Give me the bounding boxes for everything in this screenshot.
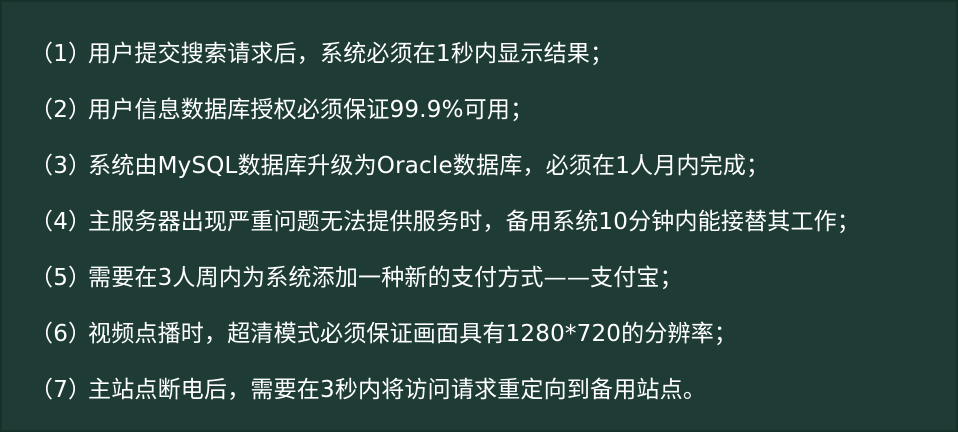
item-number: （4） xyxy=(30,209,92,235)
item-text: 系统由MySQL数据库升级为Oracle数据库，必须在1人月内完成； xyxy=(88,153,770,179)
list-item-4: （4） 主服务器出现严重问题无法提供服务时，备用系统10分钟内能接替其工作； xyxy=(30,194,952,250)
item-text: 主服务器出现严重问题无法提供服务时，备用系统10分钟内能接替其工作； xyxy=(88,209,861,235)
item-text: 用户提交搜索请求后，系统必须在1秒内显示结果； xyxy=(88,41,614,67)
item-text: 主站点断电后，需要在3秒内将访问请求重定向到备用站点。 xyxy=(88,377,707,403)
item-number: （1） xyxy=(30,41,92,67)
item-number: （6） xyxy=(30,321,92,347)
item-number: （3） xyxy=(30,153,92,179)
item-number: （2） xyxy=(30,97,92,123)
list-item-1: （1） 用户提交搜索请求后，系统必须在1秒内显示结果； xyxy=(30,26,952,82)
requirement-list: （1） 用户提交搜索请求后，系统必须在1秒内显示结果； （2） 用户信息数据库授… xyxy=(30,26,952,418)
item-number: （5） xyxy=(30,265,92,291)
list-item-2: （2） 用户信息数据库授权必须保证99.9%可用； xyxy=(30,82,952,138)
item-text: 需要在3人周内为系统添加一种新的支付方式——支付宝； xyxy=(88,265,683,291)
item-text: 用户信息数据库授权必须保证99.9%可用； xyxy=(88,97,534,123)
item-number: （7） xyxy=(30,377,92,403)
list-item-5: （5） 需要在3人周内为系统添加一种新的支付方式——支付宝； xyxy=(30,250,952,306)
list-item-6: （6） 视频点播时，超清模式必须保证画面具有1280*720的分辨率； xyxy=(30,306,952,362)
slide: （1） 用户提交搜索请求后，系统必须在1秒内显示结果； （2） 用户信息数据库授… xyxy=(0,0,958,432)
list-item-3: （3） 系统由MySQL数据库升级为Oracle数据库，必须在1人月内完成； xyxy=(30,138,952,194)
item-text: 视频点播时，超清模式必须保证画面具有1280*720的分辨率； xyxy=(88,321,738,347)
list-item-7: （7） 主站点断电后，需要在3秒内将访问请求重定向到备用站点。 xyxy=(30,362,952,418)
